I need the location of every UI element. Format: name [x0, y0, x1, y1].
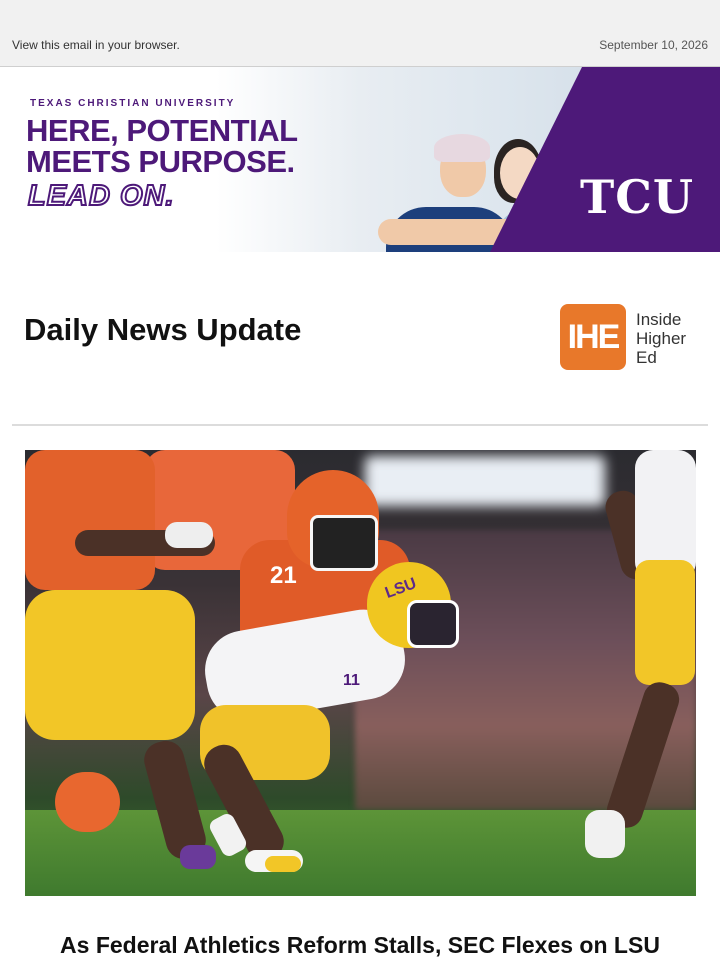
article-headline[interactable]: As Federal Athletics Reform Stalls, SEC … — [0, 932, 720, 959]
jersey-number-21: 21 — [270, 562, 297, 589]
tcu-logo: TCU — [580, 170, 694, 224]
article-section: 21 11 LSU As Federal Athletics Reform St… — [0, 426, 720, 960]
gold-cleat-accent — [265, 856, 301, 872]
page-title: Daily News Update — [24, 312, 302, 347]
view-in-browser-link[interactable]: View this email in your browser. — [12, 38, 180, 52]
jersey-number-11: 11 — [343, 672, 360, 689]
banner-headline: HERE, POTENTIAL MEETS PURPOSE. — [26, 115, 298, 177]
ihe-logo-mark[interactable]: IHE — [560, 304, 626, 370]
lsu-helmet-facemask — [407, 600, 459, 648]
ihe-logo-text-line1: Inside — [636, 310, 682, 329]
ihe-logo-text[interactable]: Inside Higher Ed — [636, 310, 686, 367]
email-top-bar: View this email in your browser. Septemb… — [0, 0, 720, 66]
right-player-pants — [635, 560, 695, 685]
banner-headline-line2: MEETS PURPOSE. — [26, 144, 295, 179]
stadium-lights — [365, 456, 605, 506]
banner-headline-line1: HERE, POTENTIAL — [26, 113, 298, 148]
helmet-on-ground — [55, 772, 120, 832]
gold-pants-player-left — [25, 590, 195, 740]
banner-tagline: LEAD ON. — [27, 179, 175, 213]
purple-cleat — [180, 845, 216, 869]
email-date: September 10, 2026 — [599, 38, 708, 52]
article-photo-football[interactable]: 21 11 LSU — [25, 450, 696, 896]
orange-helmet-facemask — [310, 515, 378, 571]
right-player-cleat — [585, 810, 625, 858]
newsletter-header: Daily News Update IHE Inside Higher Ed — [0, 252, 720, 432]
banner-university-name: TEXAS CHRISTIAN UNIVERSITY — [30, 98, 236, 109]
orange-player-left — [25, 450, 155, 590]
player-glove — [165, 522, 213, 548]
ihe-logo-text-line3: Ed — [636, 348, 657, 367]
ihe-logo-text-line2: Higher — [636, 329, 687, 348]
tcu-ad-banner[interactable]: TCU TEXAS CHRISTIAN UNIVERSITY HERE, POT… — [0, 66, 720, 253]
person-1-surgical-cap — [434, 134, 490, 162]
